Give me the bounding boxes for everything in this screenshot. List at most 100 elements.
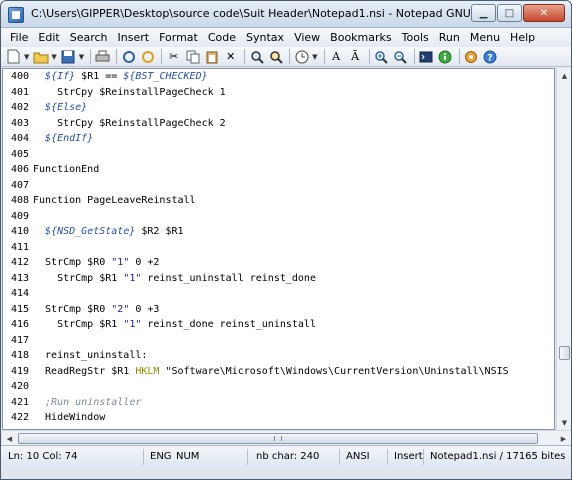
line-code: ${Else} [45, 102, 88, 113]
replace-icon[interactable] [267, 48, 284, 65]
code-line[interactable]: 403 StrCpy $ReinstallPageCheck 2 [3, 116, 554, 132]
scroll-down-arrow-icon[interactable]: ▼ [558, 416, 571, 429]
scroll-right-arrow-icon[interactable]: ▶ [557, 432, 570, 445]
chevron-down-icon[interactable]: ▼ [79, 53, 84, 61]
zoom-out-icon[interactable] [392, 48, 409, 65]
clock-icon[interactable] [293, 48, 310, 65]
line-code: FunctionEnd [33, 164, 100, 175]
code-line[interactable]: 402 ${Else} [3, 100, 554, 116]
code-line[interactable]: 416 StrCmp $R1 "1" reinst_done reinst_un… [3, 317, 554, 333]
line-number: 416 [10, 319, 29, 330]
code-line[interactable]: 418 reinst_uninstall: [3, 348, 554, 364]
text-size-icon[interactable]: Ā [347, 48, 364, 65]
new-file-icon[interactable] [5, 48, 22, 65]
print-icon[interactable] [94, 48, 111, 65]
menu-format[interactable]: Format [154, 31, 203, 44]
line-number: 406 [10, 164, 29, 175]
code-line[interactable]: 422 HideWindow [3, 410, 554, 426]
menu-edit[interactable]: Edit [33, 31, 64, 44]
menu-insert[interactable]: Insert [113, 31, 155, 44]
horizontal-scroll-thumb[interactable] [18, 433, 538, 444]
code-line[interactable]: 400 ${If} $R1 == ${BST_CHECKED} [3, 69, 554, 85]
menu-tools[interactable]: Tools [397, 31, 434, 44]
insert-mode: Insert [394, 451, 423, 462]
copy-icon[interactable] [184, 48, 201, 65]
chevron-down-icon[interactable]: ▼ [24, 53, 29, 61]
code-line[interactable]: 408 Function PageLeaveReinstall [3, 193, 554, 209]
code-line[interactable]: 420 [3, 379, 554, 395]
open-folder-icon[interactable] [32, 48, 49, 65]
console-icon[interactable] [418, 48, 435, 65]
vertical-scrollbar[interactable]: ▲ ▼ [556, 68, 571, 430]
info-icon[interactable] [437, 48, 454, 65]
help-icon[interactable]: ? [482, 48, 499, 65]
code-line[interactable]: 401 StrCpy $ReinstallPageCheck 1 [3, 85, 554, 101]
horizontal-scrollbar[interactable]: ◀ ▶ [2, 430, 571, 445]
maximize-button[interactable]: □ [497, 4, 522, 22]
code-line[interactable]: 405 [3, 147, 554, 163]
toolbar-divider [161, 49, 163, 64]
menu-file[interactable]: File [5, 31, 33, 44]
line-number: 407 [10, 179, 29, 191]
cut-icon[interactable]: ✂ [165, 48, 182, 65]
code-line[interactable]: 419 ReadRegStr $R1 HKLM "Software\Micros… [3, 364, 554, 380]
code-line[interactable]: 404 ${EndIf} [3, 131, 554, 147]
title-bar[interactable]: C:\Users\GIPPER\Desktop\source code\Suit… [1, 1, 571, 28]
code-line[interactable]: 406 FunctionEnd [3, 162, 554, 178]
menu-search[interactable]: Search [65, 31, 113, 44]
toolbar-divider [323, 49, 325, 64]
toolbar-divider [368, 49, 370, 64]
code-line[interactable]: 421 ;Run uninstaller [3, 395, 554, 411]
menu-run[interactable]: Run [434, 31, 465, 44]
toolbar: ▼ ▼ ▼ ✂ ✕ ▼ A Ā ? [1, 47, 571, 67]
scroll-left-arrow-icon[interactable]: ◀ [3, 432, 16, 445]
menu-code[interactable]: Code [203, 31, 241, 44]
menu-bar: File Edit Search Insert Format Code Synt… [1, 28, 571, 47]
code-line[interactable]: 411 [3, 240, 554, 256]
code-line[interactable]: 415 StrCmp $R0 "2" 0 +3 [3, 302, 554, 318]
line-number: 409 [10, 210, 29, 222]
code-line[interactable]: 417 [3, 333, 554, 349]
menu-syntax[interactable]: Syntax [241, 31, 289, 44]
menu-view[interactable]: View [289, 31, 325, 44]
char-count: nb char: 240 [256, 451, 320, 462]
line-code: StrCmp $R1 "1" reinst_done reinst_uninst… [33, 319, 316, 330]
vertical-scroll-thumb[interactable] [559, 346, 570, 360]
menu-menu[interactable]: Menu [465, 31, 505, 44]
line-number: 408 [10, 195, 29, 206]
delete-icon[interactable]: ✕ [222, 48, 239, 65]
line-code: ;Run uninstaller [33, 396, 142, 408]
line-code: StrCmp $R0 "1" 0 +2 [33, 257, 160, 268]
save-icon[interactable] [60, 48, 77, 65]
code-line[interactable]: 409 [3, 209, 554, 225]
minimize-button[interactable]: ▁ [471, 4, 496, 22]
line-number: 413 [10, 272, 29, 284]
code-line[interactable]: 414 [3, 286, 554, 302]
font-icon[interactable]: A [328, 48, 345, 65]
app-icon [8, 7, 24, 23]
chevron-down-icon[interactable]: ▼ [51, 53, 56, 61]
chevron-down-icon[interactable]: ▼ [312, 53, 317, 61]
undo-icon[interactable] [120, 48, 137, 65]
paste-icon[interactable] [203, 48, 220, 65]
code-line[interactable]: 407 [3, 178, 554, 194]
toolbar-divider [413, 49, 415, 64]
code-line[interactable]: 410 ${NSD_GetState} $R2 $R1 [3, 224, 554, 240]
find-icon[interactable] [248, 48, 265, 65]
line-code: HideWindow [33, 412, 106, 423]
settings-icon[interactable] [463, 48, 480, 65]
code-line[interactable]: 412 StrCmp $R0 "1" 0 +2 [3, 255, 554, 271]
status-bar: Ln: 10 Col: 74 ENG NUM nb char: 240 ANSI… [1, 445, 571, 467]
menu-bookmarks[interactable]: Bookmarks [325, 31, 396, 44]
zoom-in-icon[interactable] [373, 48, 390, 65]
code-line[interactable]: 413 StrCmp $R1 "1" reinst_uninstall rein… [3, 271, 554, 287]
redo-icon[interactable] [139, 48, 156, 65]
scroll-up-arrow-icon[interactable]: ▲ [558, 69, 571, 82]
line-number: 418 [10, 350, 29, 361]
toolbar-divider [244, 49, 246, 64]
menu-help[interactable]: Help [505, 31, 540, 44]
close-button[interactable]: ✕ [523, 4, 565, 22]
line-code: reinst_uninstall: [33, 350, 148, 361]
code-editor[interactable]: 400 ${If} $R1 == ${BST_CHECKED} 401 StrCp… [2, 68, 555, 430]
keyboard-layout: ENG [150, 451, 172, 462]
